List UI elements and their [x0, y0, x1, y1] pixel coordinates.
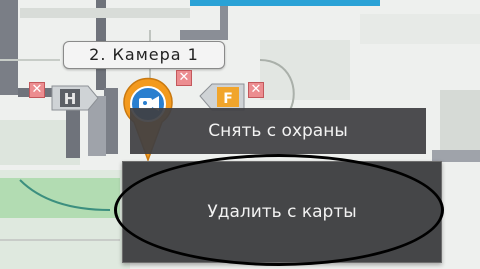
remove-from-map-menu-item[interactable]: Удалить с карты — [122, 161, 442, 263]
wall — [104, 88, 118, 154]
grass-patch — [0, 178, 120, 218]
delete-marker-icon[interactable]: ✕ — [248, 82, 264, 98]
svg-text:F: F — [223, 91, 233, 107]
delete-marker-icon[interactable]: ✕ — [176, 70, 192, 86]
disarm-menu-item[interactable]: Снять с охраны — [130, 108, 426, 154]
wall — [220, 0, 228, 40]
delete-marker-icon[interactable]: ✕ — [29, 82, 45, 98]
wall — [180, 30, 220, 40]
wall — [0, 0, 18, 95]
svg-text:H: H — [64, 90, 77, 108]
context-menu: Снять с охраны — [130, 108, 426, 154]
camera-label: 2. Камера 1 — [63, 41, 225, 69]
progress-strip — [190, 0, 380, 6]
wall — [66, 110, 80, 158]
